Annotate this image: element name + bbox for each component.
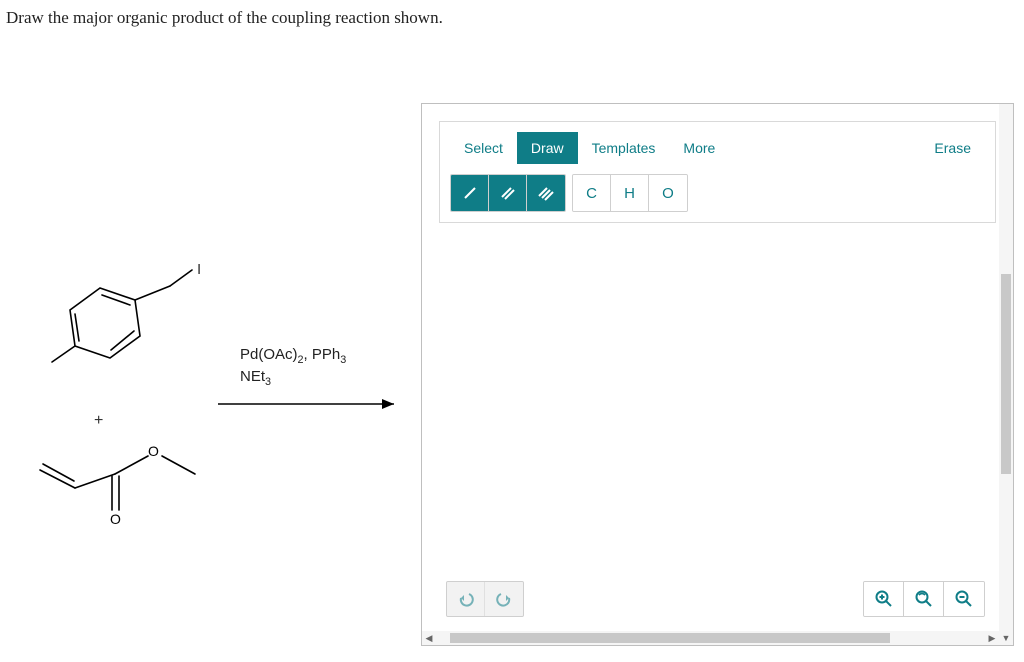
zoom-out-button[interactable] [944, 582, 984, 616]
tab-templates[interactable]: Templates [578, 132, 670, 164]
iodine-label: I [197, 261, 201, 278]
triple-bond-icon [537, 184, 555, 202]
tab-draw[interactable]: Draw [517, 132, 578, 164]
single-bond-icon [461, 184, 479, 202]
tab-select[interactable]: Select [450, 132, 517, 164]
scroll-left-arrow[interactable]: ◀ [422, 631, 436, 645]
hydrogen-tool[interactable]: H [611, 175, 649, 211]
carbon-tool[interactable]: C [573, 175, 611, 211]
double-bond-tool[interactable] [489, 175, 527, 211]
mode-tabs: Select Draw Templates More Erase [450, 132, 985, 164]
redo-icon [495, 590, 513, 608]
element-tool-group: C H O [572, 174, 688, 212]
reagent-line-2: NEt3 [240, 367, 346, 389]
tab-more[interactable]: More [669, 132, 729, 164]
scroll-down-arrow[interactable]: ▼ [999, 631, 1013, 645]
svg-text:O: O [148, 443, 159, 459]
bond-tool-group [450, 174, 566, 212]
zoom-fit-button[interactable] [904, 582, 944, 616]
horizontal-scrollbar[interactable]: ◀ ▶ [422, 631, 999, 645]
redo-button[interactable] [485, 582, 523, 616]
reaction-arrow [216, 394, 406, 414]
editor-toolbar: Select Draw Templates More Erase C H [439, 121, 996, 223]
zoom-fit-icon [914, 589, 934, 609]
zoom-in-button[interactable] [864, 582, 904, 616]
triple-bond-tool[interactable] [527, 175, 565, 211]
history-group [446, 581, 524, 617]
zoom-in-icon [874, 589, 894, 609]
undo-icon [457, 590, 475, 608]
vertical-scroll-thumb[interactable] [1001, 274, 1011, 474]
scroll-right-arrow[interactable]: ▶ [985, 631, 999, 645]
undo-button[interactable] [447, 582, 485, 616]
svg-text:O: O [110, 511, 121, 527]
horizontal-scroll-thumb[interactable] [450, 633, 890, 643]
double-bond-icon [499, 184, 517, 202]
single-bond-tool[interactable] [451, 175, 489, 211]
reactant-1-structure [40, 268, 210, 388]
reagent-line-1: Pd(OAc)2, PPh3 [240, 345, 346, 367]
vertical-scrollbar[interactable]: ▼ [999, 104, 1013, 645]
reactant-2-structure: O O [30, 440, 210, 530]
oxygen-tool[interactable]: O [649, 175, 687, 211]
draw-tools-row: C H O [450, 174, 985, 212]
reagents-label: Pd(OAc)2, PPh3 NEt3 [240, 345, 346, 389]
structure-editor: Select Draw Templates More Erase C H [421, 103, 1014, 646]
question-text: Draw the major organic product of the co… [6, 8, 443, 28]
zoom-out-icon [954, 589, 974, 609]
tab-erase[interactable]: Erase [920, 132, 985, 164]
plus-sign: + [94, 412, 103, 430]
zoom-group [863, 581, 985, 617]
